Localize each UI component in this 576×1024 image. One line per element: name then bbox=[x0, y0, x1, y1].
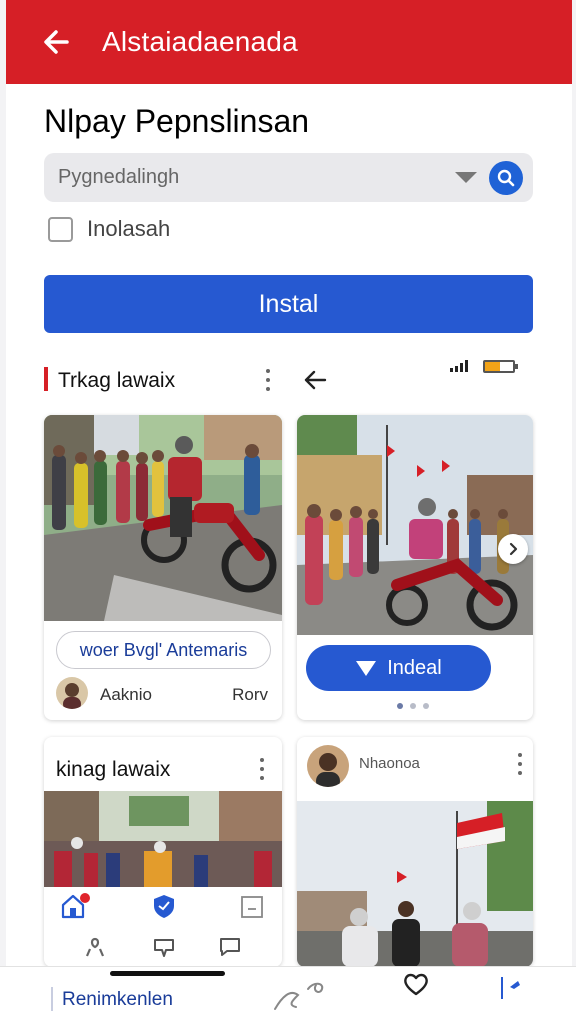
post-author-name[interactable]: Nhaonoa bbox=[359, 755, 420, 772]
back-button[interactable] bbox=[36, 22, 76, 62]
street-rally-photo bbox=[297, 415, 533, 635]
post-card-first[interactable]: woer Bvgl' Antemaris Aaknio Rorv bbox=[44, 415, 282, 720]
avatar[interactable] bbox=[56, 677, 88, 709]
card-title: kinag lawaix bbox=[56, 758, 171, 781]
user-avatar-icon bbox=[307, 745, 349, 787]
page-title: Nlpay Pepnslinsan bbox=[44, 103, 310, 139]
post-card-third[interactable]: kinag lawaix bbox=[44, 737, 282, 967]
ribbon-icon[interactable] bbox=[84, 936, 106, 958]
home-indicator[interactable] bbox=[110, 971, 225, 976]
shield-icon[interactable] bbox=[152, 893, 176, 919]
post-card-second[interactable]: Indeal bbox=[297, 415, 533, 720]
section-kebab-menu-icon[interactable] bbox=[265, 369, 271, 391]
carousel-dot[interactable] bbox=[423, 703, 429, 709]
scribble-icon[interactable] bbox=[272, 977, 332, 1013]
card-action-bar bbox=[44, 887, 282, 967]
carousel-dot[interactable] bbox=[410, 703, 416, 709]
card-kebab-menu-icon[interactable] bbox=[259, 758, 265, 780]
post-caption-pill[interactable]: woer Bvgl' Antemaris bbox=[56, 631, 271, 669]
flag-crowd-photo bbox=[297, 801, 533, 967]
option-row[interactable]: Inolasah bbox=[48, 216, 170, 242]
battery-icon bbox=[483, 360, 518, 373]
bottom-label[interactable]: Renimkenlen bbox=[62, 989, 173, 1011]
play-icon bbox=[356, 661, 377, 676]
card-kebab-menu-icon[interactable] bbox=[517, 753, 523, 775]
section-title: Trkag lawaix bbox=[58, 369, 176, 392]
app-title: Alstaiadaenada bbox=[102, 26, 298, 57]
post-author-name[interactable]: Aaknio bbox=[100, 685, 152, 705]
avatar[interactable] bbox=[307, 745, 349, 787]
option-label: Inolasah bbox=[87, 216, 171, 241]
option-checkbox[interactable] bbox=[48, 216, 73, 242]
bottom-navigation: Renimkenlen bbox=[0, 966, 576, 1024]
post-photo bbox=[44, 791, 282, 887]
search-bar bbox=[44, 153, 533, 202]
back-arrow-icon[interactable] bbox=[302, 368, 328, 392]
heart-icon[interactable] bbox=[403, 972, 429, 996]
divider bbox=[51, 987, 53, 1011]
pin-icon[interactable] bbox=[500, 975, 528, 1001]
back-arrow-icon bbox=[44, 30, 69, 54]
signal-icon bbox=[450, 360, 468, 372]
post-tag[interactable]: Rorv bbox=[232, 685, 268, 705]
chevron-right-icon bbox=[509, 542, 518, 556]
search-button[interactable] bbox=[489, 161, 523, 195]
chat-icon[interactable] bbox=[218, 935, 242, 959]
comment-icon[interactable] bbox=[152, 935, 176, 959]
bookmark-icon[interactable] bbox=[240, 895, 264, 919]
crowd-photo bbox=[44, 791, 282, 887]
post-photo bbox=[297, 801, 533, 967]
carousel-dot[interactable] bbox=[397, 703, 403, 709]
post-photo bbox=[297, 415, 533, 635]
post-photo bbox=[44, 415, 282, 621]
search-input[interactable] bbox=[58, 166, 438, 189]
dropdown-caret-icon[interactable] bbox=[455, 172, 477, 183]
next-button[interactable] bbox=[498, 534, 528, 564]
motorcycle-crowd-photo bbox=[44, 415, 282, 621]
indeal-button[interactable]: Indeal bbox=[306, 645, 491, 691]
home-icon[interactable] bbox=[60, 892, 90, 920]
search-icon bbox=[497, 169, 515, 187]
carousel-dots[interactable] bbox=[397, 703, 429, 709]
post-card-fourth[interactable]: Nhaonoa bbox=[297, 737, 533, 967]
user-avatar-icon bbox=[56, 677, 88, 709]
app-header: Alstaiadaenada bbox=[6, 0, 572, 84]
indeal-button-label: Indeal bbox=[387, 656, 442, 679]
install-button[interactable]: Instal bbox=[44, 275, 533, 333]
section-accent bbox=[44, 367, 48, 391]
